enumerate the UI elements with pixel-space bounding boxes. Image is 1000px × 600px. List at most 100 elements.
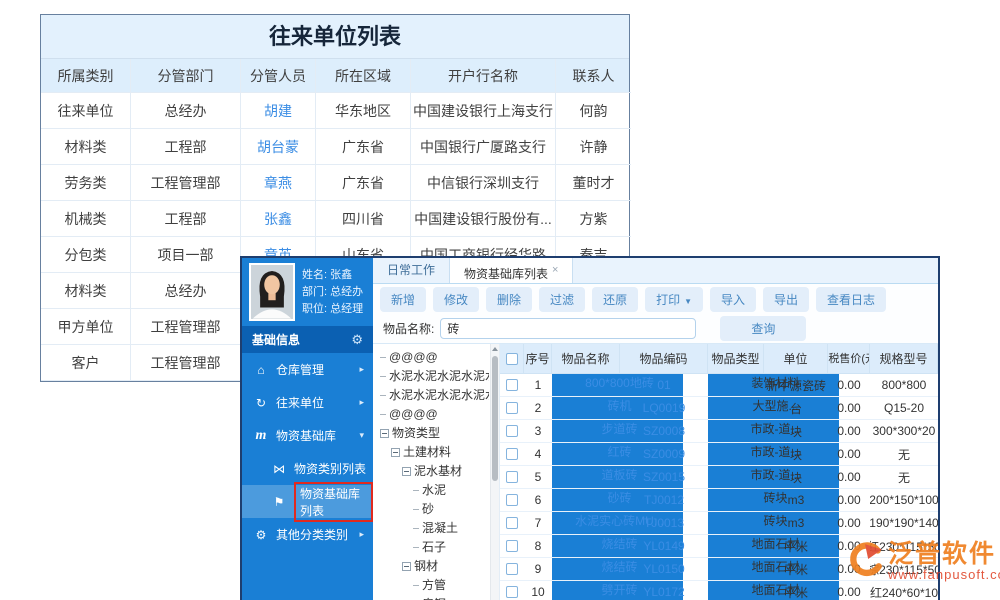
row-checkbox[interactable]	[500, 443, 524, 466]
query-button[interactable]: 查询	[720, 316, 806, 341]
contacts-table-title: 往来单位列表	[41, 15, 629, 59]
tree-item-泥水基材[interactable]: 泥水基材	[380, 462, 489, 481]
打印-button[interactable]: 打印▼	[645, 287, 703, 312]
spec-cell: 800*800	[870, 374, 938, 397]
scroll-up-icon[interactable]	[492, 347, 498, 351]
selected-highlight-box: 物资基础库列表	[294, 482, 373, 522]
checkbox-icon[interactable]	[506, 517, 518, 529]
collapse-icon[interactable]	[380, 429, 389, 438]
sidebar-item-物资基础库列表[interactable]: ⚑物资基础库列表	[242, 485, 373, 518]
chevron-down-icon: ▼	[684, 297, 692, 306]
tree-item-@@@@[interactable]: @@@@	[380, 348, 489, 367]
tree-item-扁钢[interactable]: 扁钢	[380, 595, 489, 600]
还原-button[interactable]: 还原	[592, 287, 638, 312]
header-checkbox[interactable]	[500, 344, 524, 374]
table-cell: 工程管理部	[131, 165, 241, 201]
tree-item-土建材料[interactable]: 土建材料	[380, 443, 489, 462]
tree-scrollbar[interactable]	[490, 344, 499, 600]
row-checkbox[interactable]	[500, 535, 524, 558]
tree-item-钢材[interactable]: 钢材	[380, 557, 489, 576]
tree-item-@@@@[interactable]: @@@@	[380, 405, 489, 424]
tree-item-水泥[interactable]: 水泥	[380, 481, 489, 500]
tree-item-砂[interactable]: 砂	[380, 500, 489, 519]
checkbox-icon[interactable]	[506, 471, 518, 483]
person-link[interactable]: 胡台蒙	[241, 129, 316, 165]
gear-icon[interactable]: ⚙	[351, 332, 363, 348]
person-link[interactable]: 胡建	[241, 93, 316, 129]
item-code-link[interactable]: LQ0019	[620, 397, 708, 420]
checkbox-icon[interactable]	[506, 402, 518, 414]
checkbox-icon[interactable]	[506, 540, 518, 552]
checkbox-icon[interactable]	[506, 563, 518, 575]
person-link[interactable]: 张鑫	[241, 201, 316, 237]
row-checkbox[interactable]	[500, 466, 524, 489]
查看日志-button[interactable]: 查看日志	[816, 287, 886, 312]
item-code-link[interactable]: TJ0013	[620, 512, 708, 535]
tree-item-水泥水泥水泥水泥水泥水泥水泥[interactable]: 水泥水泥水泥水泥水泥水泥水泥	[380, 386, 489, 405]
sidebar-item-物资类别列表[interactable]: ⋈物资类别列表	[242, 452, 373, 485]
checkbox-icon[interactable]	[506, 586, 518, 598]
sidebar-item-仓库管理[interactable]: ⌂仓库管理▸	[242, 353, 373, 386]
修改-button[interactable]: 修改	[433, 287, 479, 312]
price-cell: 0.00	[828, 374, 870, 397]
row-checkbox[interactable]	[500, 581, 524, 600]
table-row: 10劈开砖YL0172地面石材平米0.00红240*60*10	[500, 581, 938, 600]
过滤-button[interactable]: 过滤	[539, 287, 585, 312]
checkbox-icon[interactable]	[506, 353, 518, 365]
item-code-link[interactable]: TJ0012	[620, 489, 708, 512]
table-cell: 中信银行深圳支行	[411, 165, 556, 201]
column-header: 序号	[524, 344, 552, 374]
tab-material-library-list[interactable]: 物资基础库列表×	[449, 258, 573, 283]
chevron-right-icon: ▸	[359, 397, 364, 408]
sidebar-item-label: 仓库管理	[276, 361, 324, 378]
collapse-icon[interactable]	[391, 448, 400, 457]
tab-daily-work[interactable]: 日常工作	[373, 258, 449, 283]
row-checkbox[interactable]	[500, 489, 524, 512]
tree-item-物资类型[interactable]: 物资类型	[380, 424, 489, 443]
table-cell: 材料类	[41, 129, 131, 165]
item-code-link[interactable]: YL0150	[620, 558, 708, 581]
fanpu-logo-icon	[846, 541, 884, 579]
checkbox-icon[interactable]	[506, 425, 518, 437]
unit-cell: 台	[764, 397, 828, 420]
sidebar-item-往来单位[interactable]: ↻往来单位▸	[242, 386, 373, 419]
person-link[interactable]: 章燕	[241, 165, 316, 201]
checkbox-icon[interactable]	[506, 494, 518, 506]
row-checkbox[interactable]	[500, 558, 524, 581]
row-checkbox[interactable]	[500, 420, 524, 443]
spec-cell: Q15-20	[870, 397, 938, 420]
sidebar-section-basic-info[interactable]: 基础信息 ⚙	[242, 326, 373, 353]
row-checkbox[interactable]	[500, 374, 524, 397]
tree-item-混凝土[interactable]: 混凝土	[380, 519, 489, 538]
scrollbar-thumb[interactable]	[492, 356, 498, 481]
sidebar-item-其他分类类别[interactable]: ⚙其他分类类别▸	[242, 518, 373, 551]
item-code-link[interactable]: SZ0009	[620, 443, 708, 466]
item-code-link[interactable]: SZ0015	[620, 466, 708, 489]
table-cell: 中国建设银行上海支行	[411, 93, 556, 129]
serial-cell: 7	[524, 512, 552, 535]
新增-button[interactable]: 新增	[380, 287, 426, 312]
tree-item-方管[interactable]: 方管	[380, 576, 489, 595]
table-cell: 总经办	[131, 93, 241, 129]
tree-item-石子[interactable]: 石子	[380, 538, 489, 557]
tree-item-水泥水泥水泥水泥水泥水泥水泥[interactable]: 水泥水泥水泥水泥水泥水泥水泥	[380, 367, 489, 386]
collapse-icon[interactable]	[402, 562, 411, 571]
item-code-link[interactable]: YL0149	[620, 535, 708, 558]
删除-button[interactable]: 删除	[486, 287, 532, 312]
checkbox-icon[interactable]	[506, 379, 518, 391]
row-checkbox[interactable]	[500, 512, 524, 535]
导入-button[interactable]: 导入	[710, 287, 756, 312]
item-code-link[interactable]: 01	[620, 374, 708, 397]
spec-cell: 无	[870, 466, 938, 489]
column-header: 物品类型	[708, 344, 764, 374]
导出-button[interactable]: 导出	[763, 287, 809, 312]
checkbox-icon[interactable]	[506, 448, 518, 460]
item-code-link[interactable]: YL0172	[620, 581, 708, 600]
item-code-link[interactable]: SZ0008	[620, 420, 708, 443]
item-name-input[interactable]	[440, 318, 696, 339]
sidebar-item-物资基础库[interactable]: m物资基础库▾	[242, 419, 373, 452]
collapse-icon[interactable]	[402, 467, 411, 476]
close-icon[interactable]: ×	[552, 264, 558, 276]
row-checkbox[interactable]	[500, 397, 524, 420]
user-avatar	[249, 263, 295, 321]
